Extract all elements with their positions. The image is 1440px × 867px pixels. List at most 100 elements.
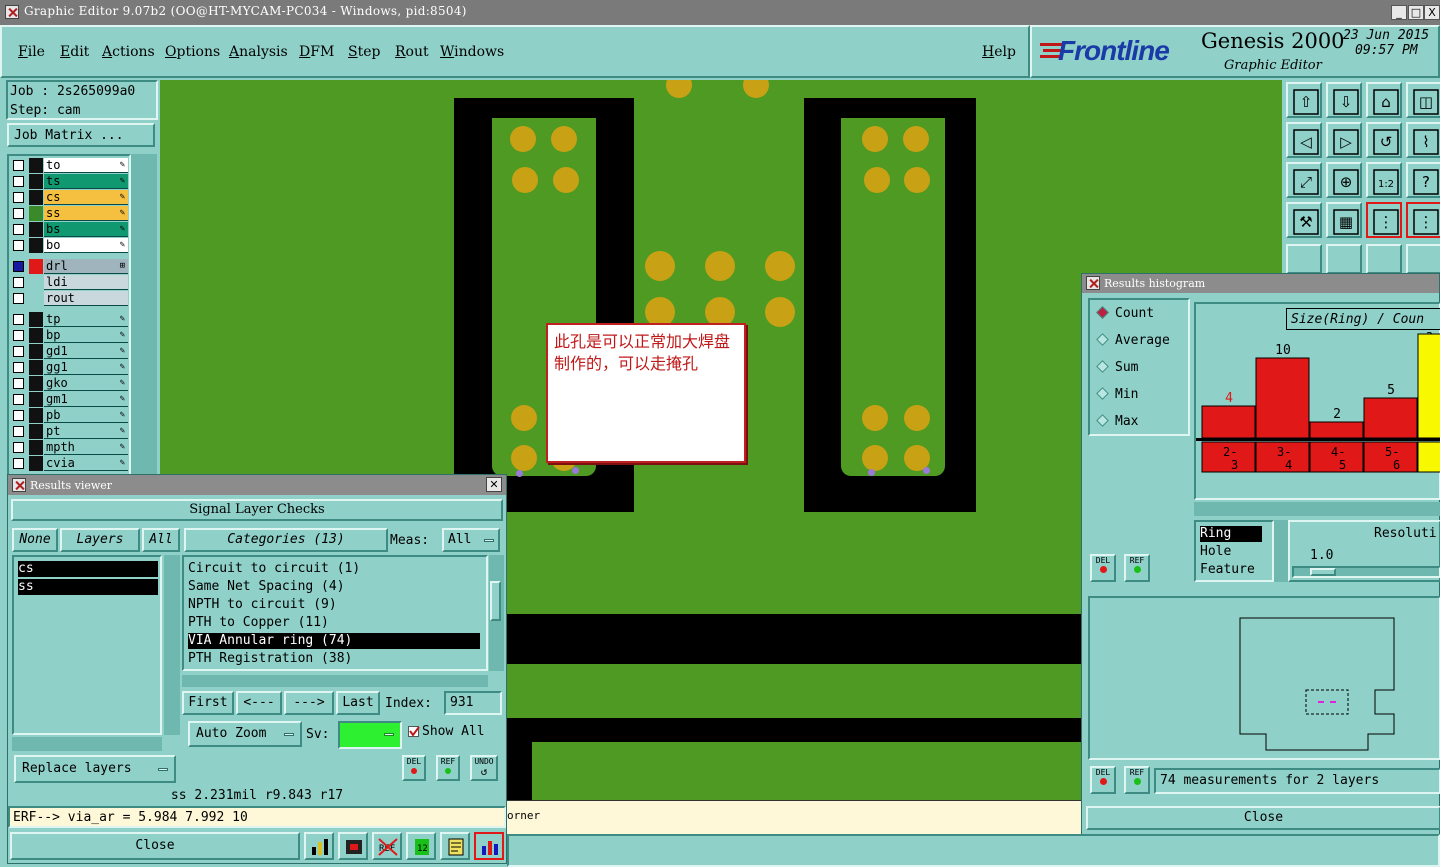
chart-hscrollbar[interactable]: [1194, 502, 1440, 516]
menu-help[interactable]: Help: [982, 44, 1016, 60]
mode-radio-max[interactable]: Max: [1096, 414, 1138, 429]
category-item[interactable]: VIA Annular ring (74): [188, 633, 480, 649]
first-button[interactable]: First: [182, 691, 234, 715]
layer-row-pt[interactable]: pt ✎: [10, 424, 128, 439]
home-icon[interactable]: ⇧: [1286, 82, 1322, 118]
layer-color-swatch[interactable]: [29, 456, 43, 471]
minimize-button[interactable]: _: [1391, 5, 1407, 20]
snap-icon[interactable]: ⌇: [1406, 122, 1440, 158]
index-input[interactable]: 931: [444, 691, 502, 715]
layer-checkbox[interactable]: [13, 410, 24, 421]
histogram-bin-cell[interactable]: [1417, 441, 1440, 473]
tools-icon[interactable]: ⚒: [1286, 202, 1322, 238]
layer-name[interactable]: gm1 ✎: [44, 392, 128, 407]
layer-name[interactable]: pb ✎: [44, 408, 128, 423]
undo-button[interactable]: UNDO ↺: [470, 755, 498, 781]
layer-color-swatch[interactable]: [29, 376, 43, 391]
list-item[interactable]: ss: [18, 579, 158, 595]
next-button[interactable]: --->: [284, 691, 334, 715]
categories-scrollbar[interactable]: [489, 555, 504, 671]
hist-del-button[interactable]: DEL: [1090, 554, 1116, 582]
layer-row-gg1[interactable]: gg1 ✎: [10, 360, 128, 375]
list-item[interactable]: Feature: [1200, 562, 1255, 578]
menu-edit[interactable]: Edit: [60, 44, 89, 60]
layer-row-bp[interactable]: bp ✎: [10, 328, 128, 343]
layer-checkbox[interactable]: [13, 394, 24, 405]
layer-row-pb[interactable]: pb ✎: [10, 408, 128, 423]
layer-checkbox[interactable]: [13, 208, 24, 219]
preview-ref-button[interactable]: REF: [1124, 766, 1150, 794]
histogram-bar[interactable]: [1255, 357, 1310, 439]
notes-icon[interactable]: [440, 832, 470, 860]
menu-options[interactable]: Options: [165, 44, 220, 60]
show-all-checkbox[interactable]: [408, 726, 420, 737]
measure-icon[interactable]: [1406, 244, 1440, 274]
layer-row-to[interactable]: to ✎: [10, 158, 128, 173]
split-view-icon[interactable]: ◫: [1406, 82, 1440, 118]
category-item[interactable]: NPTH to circuit (9): [188, 597, 480, 613]
layer-name[interactable]: to ✎: [44, 158, 128, 173]
layer-color-swatch[interactable]: [29, 238, 43, 253]
layer-name[interactable]: gg1 ✎: [44, 360, 128, 375]
layer-color-swatch[interactable]: [29, 328, 43, 343]
layer-name[interactable]: ts ✎: [44, 174, 128, 189]
layer-checkbox[interactable]: [13, 160, 24, 171]
layer-name[interactable]: bo ✎: [44, 238, 128, 253]
category-item[interactable]: PTH Registration (38): [188, 651, 480, 667]
resolution-slider[interactable]: [1292, 566, 1440, 578]
layer-name[interactable]: cvia ✎: [44, 456, 128, 471]
layer-name[interactable]: bp ✎: [44, 328, 128, 343]
layer-name[interactable]: mpth ✎: [44, 440, 128, 455]
layer-color-swatch[interactable]: [29, 158, 43, 173]
layer-color-swatch[interactable]: [29, 360, 43, 375]
layer-checkbox[interactable]: [13, 224, 24, 235]
mode-radio-min[interactable]: Min: [1096, 387, 1138, 402]
layer-row-mpth[interactable]: mpth ✎: [10, 440, 128, 455]
histogram-bar[interactable]: [1417, 333, 1440, 439]
menu-dfm[interactable]: DFM: [299, 44, 334, 60]
layer-name[interactable]: gd1 ✎: [44, 344, 128, 359]
window-menu-icon[interactable]: [12, 478, 26, 492]
layer-color-swatch[interactable]: [29, 259, 43, 274]
layer-color-swatch[interactable]: [29, 344, 43, 359]
layer-name[interactable]: drl ⊞: [44, 259, 128, 274]
category-item[interactable]: PTH to Copper (11): [188, 615, 480, 631]
hist-ref-button[interactable]: REF: [1124, 554, 1150, 582]
meas-select[interactable]: All: [442, 528, 500, 552]
ref-disable-icon[interactable]: REF: [372, 832, 402, 860]
mode-radio-count[interactable]: Count: [1096, 306, 1154, 321]
layer-row-ts[interactable]: ts ✎: [10, 174, 128, 189]
layer-row-gko[interactable]: gko ✎: [10, 376, 128, 391]
mode-radio-sum[interactable]: Sum: [1096, 360, 1138, 375]
histogram-icon[interactable]: [474, 832, 504, 860]
layer-row-ldi[interactable]: ldi: [10, 275, 128, 290]
zoom-center-icon[interactable]: ⊕: [1326, 162, 1362, 198]
layer-name[interactable]: rout: [44, 291, 128, 306]
menu-analysis[interactable]: Analysis: [229, 44, 288, 60]
one-to-one-icon[interactable]: 1:2: [1366, 162, 1402, 198]
layer-row-rout[interactable]: rout: [10, 291, 128, 306]
menu-file[interactable]: File: [18, 44, 45, 60]
layer-name[interactable]: ss ✎: [44, 206, 128, 221]
layer-row-cvia[interactable]: cvia ✎: [10, 456, 128, 471]
del-button[interactable]: DEL: [402, 755, 426, 781]
layer-checkbox[interactable]: [13, 442, 24, 453]
layer-name[interactable]: ldi: [44, 275, 128, 290]
drc-report-icon[interactable]: [338, 832, 368, 860]
layer-name[interactable]: bs ✎: [44, 222, 128, 237]
all-layers-button[interactable]: All: [142, 528, 180, 552]
layer-checkbox[interactable]: [13, 458, 24, 469]
app-close-icon[interactable]: [5, 5, 19, 19]
layer-checkbox[interactable]: [13, 346, 24, 357]
menu-actions[interactable]: Actions: [102, 44, 155, 60]
select-icon[interactable]: [1286, 244, 1322, 274]
list-item[interactable]: cs: [18, 561, 158, 577]
layer-color-swatch[interactable]: [29, 312, 43, 327]
grid-icon[interactable]: ▦: [1326, 202, 1362, 238]
save-icon[interactable]: ⇩: [1326, 82, 1362, 118]
categories-button[interactable]: Categories (13): [184, 528, 388, 552]
layer-color-swatch[interactable]: [29, 190, 43, 205]
layer-color-swatch[interactable]: [29, 408, 43, 423]
layer-checkbox[interactable]: [13, 362, 24, 373]
layer-color-swatch[interactable]: [29, 392, 43, 407]
